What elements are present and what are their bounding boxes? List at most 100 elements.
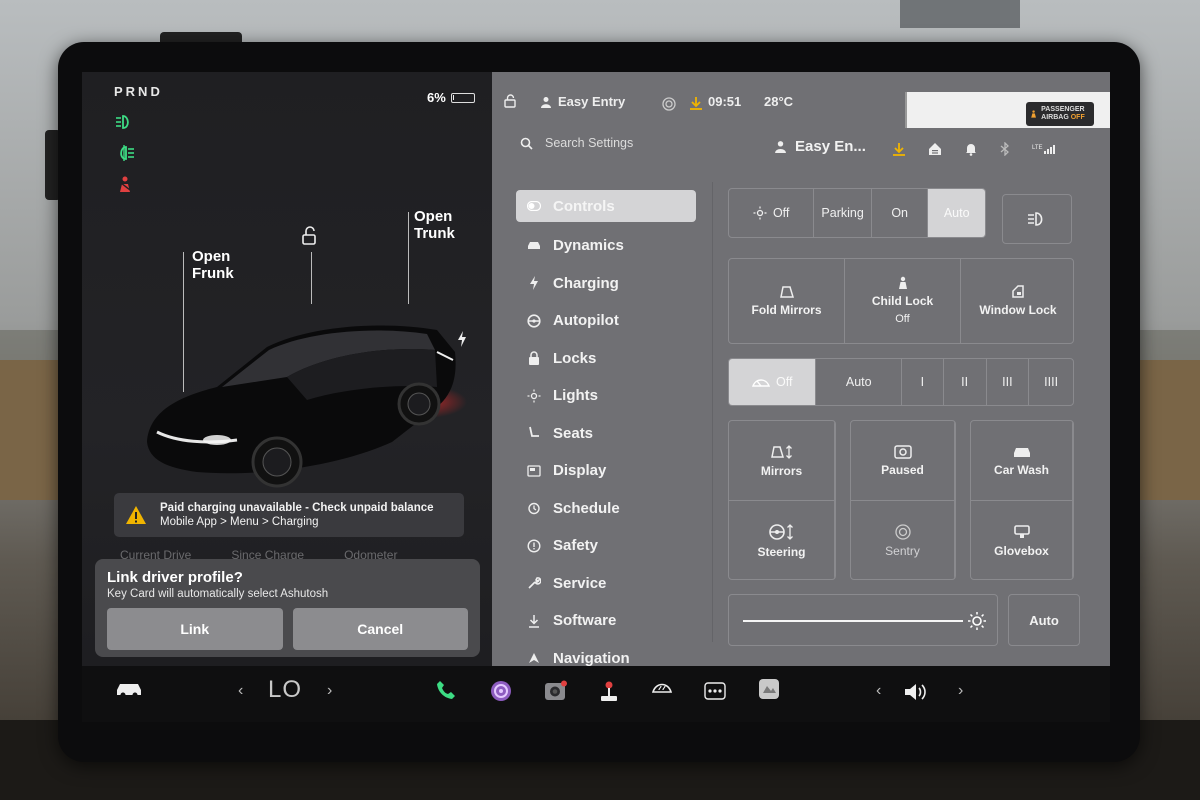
wipers-off-option[interactable]: Off bbox=[729, 359, 817, 405]
download-icon bbox=[527, 614, 541, 628]
brightness-slider[interactable] bbox=[728, 594, 998, 646]
nav-label: Charging bbox=[553, 274, 619, 292]
nav-item-dynamics[interactable]: Dynamics bbox=[516, 227, 696, 265]
dashcam-button[interactable]: Paused bbox=[851, 421, 955, 501]
driver-profile-button[interactable]: Easy En... bbox=[774, 138, 866, 155]
steering-adjust-button[interactable]: Steering bbox=[729, 501, 835, 579]
display-icon bbox=[527, 464, 541, 478]
open-frunk-button[interactable]: Open Frunk bbox=[192, 248, 252, 282]
charging-alert[interactable]: Paid charging unavailable - Check unpaid… bbox=[114, 493, 464, 537]
high-beam-button[interactable] bbox=[1002, 194, 1072, 244]
mirror-adjust-icon bbox=[770, 444, 792, 459]
phone-icon[interactable] bbox=[436, 680, 456, 700]
cabin-temperature[interactable]: LO bbox=[268, 676, 302, 704]
notification-bell-icon[interactable] bbox=[964, 142, 978, 156]
nav-item-locks[interactable]: Locks bbox=[516, 340, 696, 378]
touchscreen: PRND 6% Open Frunk Open Trunk Paid charg… bbox=[82, 72, 1110, 722]
seat-icon bbox=[527, 426, 541, 440]
recent-app-icon[interactable] bbox=[758, 678, 780, 700]
wrench-icon bbox=[527, 576, 541, 590]
wipers-speed-4-option[interactable]: IIII bbox=[1029, 359, 1073, 405]
nav-item-software[interactable]: Software bbox=[516, 602, 696, 640]
headlights-auto-option[interactable]: Auto bbox=[928, 189, 985, 237]
volume-up-chevron-icon[interactable]: › bbox=[958, 682, 963, 700]
child-lock-button[interactable]: Child Lock Off bbox=[845, 259, 961, 343]
nav-item-autopilot[interactable]: Autopilot bbox=[516, 302, 696, 340]
navigation-icon bbox=[527, 651, 541, 665]
window-lock-button[interactable]: Window Lock bbox=[961, 259, 1073, 343]
fog-light-indicator-icon bbox=[120, 145, 134, 161]
search-icon bbox=[520, 137, 533, 150]
mirrors-adjust-button[interactable]: Mirrors bbox=[729, 421, 835, 501]
dashcam-sentry-group: Paused Sentry bbox=[850, 420, 956, 580]
nav-item-controls[interactable]: Controls bbox=[516, 190, 696, 222]
link-button[interactable]: Link bbox=[107, 608, 283, 650]
open-trunk-button[interactable]: Open Trunk bbox=[414, 208, 474, 242]
unlock-icon[interactable] bbox=[301, 226, 319, 246]
nav-item-lights[interactable]: Lights bbox=[516, 377, 696, 415]
settings-search[interactable]: Search Settings bbox=[520, 136, 633, 150]
homelink-icon[interactable] bbox=[928, 142, 942, 156]
profile-name: Easy Entry bbox=[558, 94, 626, 109]
nav-label: Locks bbox=[553, 349, 597, 367]
high-beam-toggle[interactable] bbox=[1003, 195, 1071, 243]
volume-down-chevron-icon[interactable]: ‹ bbox=[876, 682, 881, 700]
nav-item-service[interactable]: Service bbox=[516, 565, 696, 603]
bluetooth-icon[interactable] bbox=[1000, 142, 1010, 156]
car-wash-button[interactable]: Car Wash bbox=[971, 421, 1073, 501]
status-bar: Easy Entry 09:51 28°C PASSENGER AIRBAG O… bbox=[492, 72, 1110, 128]
temp-up-chevron-icon[interactable]: › bbox=[327, 682, 332, 700]
bolt-icon bbox=[527, 276, 541, 291]
volume-icon[interactable] bbox=[904, 682, 930, 702]
option-label: Auto bbox=[943, 206, 970, 220]
media-player-icon[interactable] bbox=[490, 680, 512, 702]
lte-label: LTE bbox=[1032, 144, 1043, 151]
nav-label: Seats bbox=[553, 424, 594, 442]
nav-item-display[interactable]: Display bbox=[516, 452, 696, 490]
glovebox-button[interactable]: Glovebox bbox=[971, 501, 1073, 579]
toybox-joystick-icon[interactable] bbox=[599, 680, 619, 702]
update-download-icon[interactable] bbox=[689, 96, 703, 110]
profile-status[interactable]: Easy Entry bbox=[540, 94, 625, 109]
camera-app-icon[interactable] bbox=[544, 680, 568, 702]
window-lock-icon bbox=[1012, 285, 1024, 298]
nav-item-schedule[interactable]: Schedule bbox=[516, 490, 696, 528]
headlights-off-option[interactable]: Off bbox=[729, 189, 815, 237]
headlights-selector: Off Parking On Auto bbox=[728, 188, 986, 238]
nav-item-seats[interactable]: Seats bbox=[516, 415, 696, 453]
wipers-auto-option[interactable]: Auto bbox=[816, 359, 902, 405]
nav-label: Software bbox=[553, 612, 617, 630]
child-lock-state: Off bbox=[895, 313, 910, 325]
brightness-sun-icon bbox=[968, 612, 986, 630]
cancel-button[interactable]: Cancel bbox=[292, 608, 468, 650]
option-label: Off bbox=[772, 206, 790, 220]
brightness-auto-button[interactable]: Auto bbox=[1008, 594, 1080, 646]
lock-status-icon[interactable] bbox=[504, 94, 518, 108]
temp-down-chevron-icon[interactable]: ‹ bbox=[238, 682, 243, 700]
nav-label: Safety bbox=[553, 537, 599, 555]
headlight-off-icon bbox=[753, 206, 767, 220]
nav-item-safety[interactable]: Safety bbox=[516, 527, 696, 565]
windshield-defrost-icon[interactable] bbox=[652, 680, 672, 694]
headlights-on-option[interactable]: On bbox=[872, 189, 929, 237]
headlights-parking-option[interactable]: Parking bbox=[814, 189, 872, 237]
wipers-speed-3-option[interactable]: III bbox=[987, 359, 1030, 405]
car-controls-icon[interactable] bbox=[116, 680, 142, 698]
more-apps-icon[interactable] bbox=[704, 682, 726, 700]
car-wash-label: Car Wash bbox=[994, 462, 1049, 477]
car-wash-icon bbox=[1013, 447, 1030, 457]
sentry-mode-button[interactable]: Sentry bbox=[851, 501, 955, 579]
window-lock-label: Window Lock bbox=[979, 303, 1057, 317]
seatbelt-warning-icon bbox=[120, 176, 131, 192]
fold-mirrors-button[interactable]: Fold Mirrors bbox=[729, 259, 845, 343]
option-label: Off bbox=[776, 375, 793, 389]
sentry-icon bbox=[894, 524, 911, 540]
software-update-icon[interactable] bbox=[892, 142, 906, 156]
brightness-track bbox=[743, 620, 963, 622]
dashcam-status-label: Paused bbox=[881, 462, 924, 477]
wipers-speed-2-option[interactable]: II bbox=[944, 359, 987, 405]
trunk-leader-line bbox=[408, 212, 409, 304]
warning-icon bbox=[126, 506, 146, 524]
wipers-speed-1-option[interactable]: I bbox=[902, 359, 944, 405]
nav-item-charging[interactable]: Charging bbox=[516, 265, 696, 303]
